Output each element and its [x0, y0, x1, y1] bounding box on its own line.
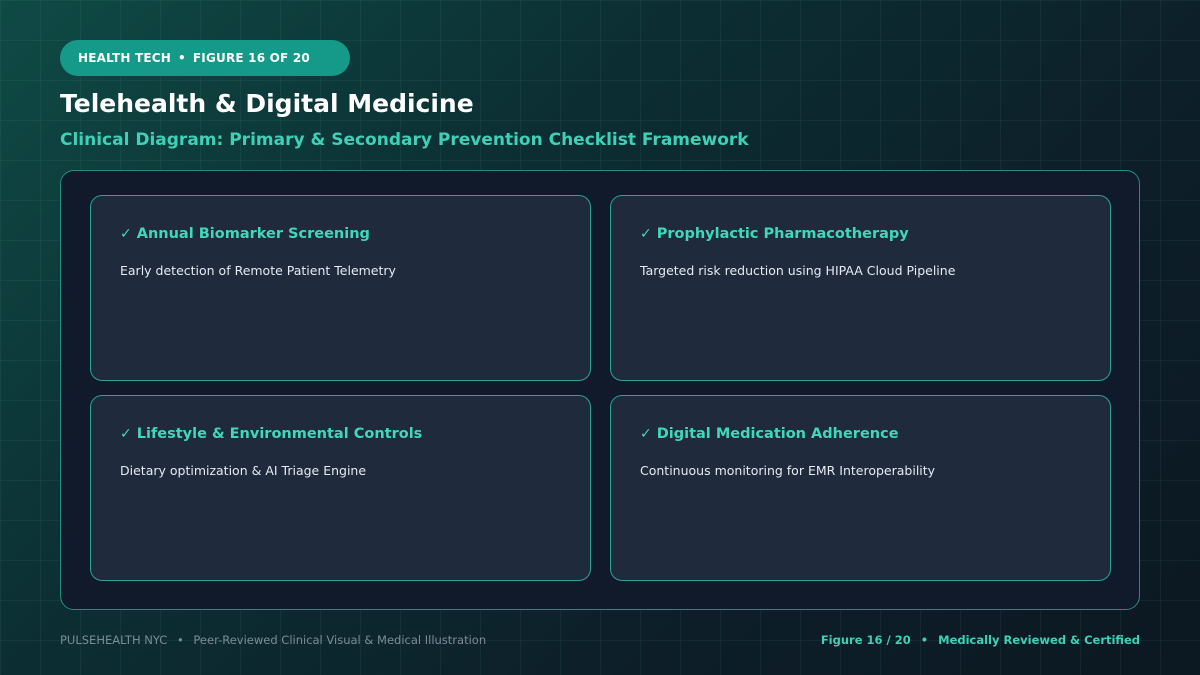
card-description: Targeted risk reduction using HIPAA Clou…	[640, 263, 956, 278]
check-icon: ✓	[120, 426, 132, 442]
card-description: Continuous monitoring for EMR Interopera…	[640, 463, 936, 478]
footer-credit: PULSEHEALTH NYC • Peer-Reviewed Clinical…	[60, 633, 486, 647]
check-icon: ✓	[640, 226, 652, 242]
card-title-text: Annual Biomarker Screening	[136, 226, 370, 242]
checklist-card: ✓ Annual Biomarker Screening Early detec…	[90, 195, 591, 381]
footer-brand: PULSEHEALTH NYC	[60, 633, 168, 647]
card-title: ✓ Digital Medication Adherence	[640, 426, 1081, 442]
page-subtitle: Clinical Diagram: Primary & Secondary Pr…	[60, 130, 749, 150]
card-title-text: Prophylactic Pharmacotherapy	[656, 226, 909, 242]
footer-figure-info: Figure 16 / 20 • Medically Reviewed & Ce…	[821, 633, 1140, 647]
badge-separator: •	[178, 51, 186, 65]
checklist-card: ✓ Lifestyle & Environmental Controls Die…	[90, 395, 591, 581]
card-title: ✓ Lifestyle & Environmental Controls	[120, 426, 561, 442]
footer-tagline: Peer-Reviewed Clinical Visual & Medical …	[193, 633, 487, 647]
figure-label: FIGURE 16 OF 20	[192, 51, 310, 65]
check-icon: ✓	[120, 226, 132, 242]
card-description: Dietary optimization & AI Triage Engine	[120, 463, 367, 478]
category-label: HEALTH TECH	[78, 51, 172, 65]
checklist-card: ✓ Digital Medication Adherence Continuou…	[610, 395, 1111, 581]
category-badge: HEALTH TECH • FIGURE 16 OF 20	[60, 40, 350, 76]
checklist-card: ✓ Prophylactic Pharmacotherapy Targeted …	[610, 195, 1111, 381]
footer-separator: •	[176, 633, 184, 647]
footer-certification: Medically Reviewed & Certified	[938, 633, 1140, 647]
card-description: Early detection of Remote Patient Teleme…	[120, 263, 396, 278]
footer-separator: •	[920, 633, 929, 647]
footer-figure: Figure 16 / 20	[820, 633, 911, 647]
card-title-text: Digital Medication Adherence	[656, 426, 899, 442]
card-title: ✓ Prophylactic Pharmacotherapy	[640, 226, 1081, 242]
check-icon: ✓	[640, 426, 652, 442]
checklist-panel: ✓ Annual Biomarker Screening Early detec…	[60, 170, 1140, 610]
page-title: Telehealth & Digital Medicine	[60, 89, 474, 118]
card-title: ✓ Annual Biomarker Screening	[120, 226, 561, 242]
card-title-text: Lifestyle & Environmental Controls	[136, 426, 423, 442]
